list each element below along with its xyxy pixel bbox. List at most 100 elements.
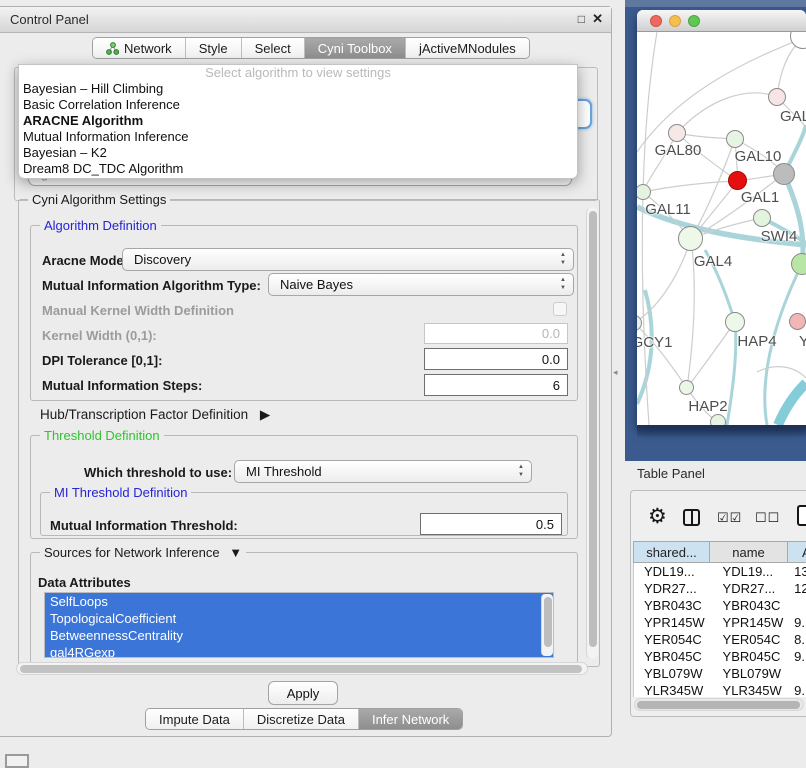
attribute-list-scrollbar[interactable]	[541, 594, 553, 656]
manual-kernel-checkbox[interactable]	[553, 302, 567, 316]
network-canvas[interactable]: GAL GAL80 GAL10 GAL1 GAL11 SWI4 GAL4 GCY…	[637, 32, 806, 425]
table-row[interactable]: YDR27...YDR27...12	[634, 580, 806, 597]
node-label: GAL80	[655, 142, 702, 159]
settings-vertical-scrollbar[interactable]	[586, 207, 598, 659]
settings-horizontal-scrollbar[interactable]	[16, 662, 588, 675]
network-node[interactable]	[710, 414, 726, 425]
select-all-checkboxes-icon[interactable]: ☑☑	[717, 510, 742, 526]
node-label: SWI4	[761, 228, 798, 245]
mi-type-combobox[interactable]: Naive Bayes ▲▼	[268, 273, 574, 296]
network-tab-icon	[106, 42, 119, 55]
network-node[interactable]	[668, 124, 686, 142]
tab-cyni-toolbox[interactable]: Cyni Toolbox	[305, 38, 406, 58]
columns-icon[interactable]	[683, 509, 700, 526]
apply-button[interactable]: Apply	[268, 681, 338, 705]
mi-threshold-definition-title: MI Threshold Definition	[50, 485, 191, 500]
algorithm-option[interactable]: Mutual Information Inference	[19, 129, 577, 145]
combo-arrows-icon: ▲▼	[518, 463, 524, 479]
table-row[interactable]: YDL19...YDL19...13	[634, 563, 806, 580]
attribute-item-selected[interactable]: TopologicalCoefficient	[45, 610, 553, 627]
expander-right-icon[interactable]: ▶	[260, 407, 270, 422]
table-row[interactable]: YER054CYER054C8.	[634, 631, 806, 648]
algorithm-option[interactable]: Bayesian – Hill Climbing	[19, 81, 577, 97]
tab-network[interactable]: Network	[93, 38, 186, 58]
network-node[interactable]	[768, 88, 786, 106]
collapse-down-icon[interactable]: ▼	[229, 545, 242, 560]
column-header-name[interactable]: name	[710, 541, 788, 563]
deselect-all-checkboxes-icon[interactable]: ☐☐	[755, 510, 780, 526]
tab-network-label: Network	[124, 41, 172, 56]
network-window-titlebar	[637, 10, 806, 32]
mi-steps-field[interactable]: 6	[424, 374, 568, 396]
data-attributes-list[interactable]: SelfLoops TopologicalCoefficient Between…	[44, 592, 554, 658]
network-node[interactable]	[726, 130, 744, 148]
network-node[interactable]	[791, 253, 806, 275]
table-row[interactable]: YPR145WYPR145W9.	[634, 614, 806, 631]
node-label: GAL10	[735, 148, 782, 165]
node-label: GAL1	[741, 189, 779, 206]
close-traffic-light[interactable]	[650, 15, 662, 27]
table-row[interactable]: YBL079WYBL079W	[634, 665, 806, 682]
which-threshold-label: Which threshold to use:	[84, 465, 232, 480]
network-node-gray[interactable]	[773, 163, 795, 185]
floating-grip-button[interactable]	[5, 754, 29, 768]
network-node-pink[interactable]	[789, 313, 806, 330]
dpi-tolerance-field[interactable]: 0.0	[424, 348, 568, 370]
kernel-width-field[interactable]: 0.0	[424, 323, 568, 344]
tab-style[interactable]: Style	[186, 38, 242, 58]
node-label: GCY1	[637, 334, 672, 351]
control-panel-tabbar: Network Style Select Cyni Toolbox jActiv…	[92, 37, 530, 59]
table-horizontal-scrollbar[interactable]	[634, 698, 804, 711]
column-header-clipped[interactable]: A	[788, 541, 806, 563]
algorithm-option[interactable]: Bayesian – K2	[19, 145, 577, 161]
node-label: Y	[799, 333, 806, 350]
table-body[interactable]: YDL19...YDL19...13 YDR27...YDR27...12 YB…	[633, 563, 806, 697]
tab-jactivemnodules[interactable]: jActiveMNodules	[406, 38, 529, 58]
sources-title: Sources for Network Inference ▼	[40, 545, 246, 560]
table-panel-window: ⚙ ☑☑ ☐☐ shared... name A YDL19...YDL19..…	[630, 490, 806, 717]
mi-type-label: Mutual Information Algorithm Type:	[42, 278, 261, 293]
close-panel-icon[interactable]: ✕	[592, 11, 603, 27]
control-panel-titlebar: Control Panel	[0, 7, 611, 33]
zoom-traffic-light[interactable]	[688, 15, 700, 27]
node-label: GAL4	[694, 253, 732, 270]
node-label: HAP2	[688, 398, 727, 415]
column-header-shared-name[interactable]: shared...	[633, 541, 710, 563]
network-node[interactable]	[753, 209, 771, 227]
tab-discretize-data[interactable]: Discretize Data	[244, 709, 359, 729]
gear-icon[interactable]: ⚙	[648, 504, 667, 529]
tab-select[interactable]: Select	[242, 38, 305, 58]
algorithm-dropdown-popup: Select algorithm to view settings Bayesi…	[18, 64, 578, 179]
algorithm-option[interactable]: Basic Correlation Inference	[19, 97, 577, 113]
network-node[interactable]	[725, 312, 745, 332]
table-row[interactable]: YLR345WYLR345W9.	[634, 682, 806, 697]
panel-splitter-handle[interactable]: ◂	[613, 367, 618, 378]
algorithm-option-selected[interactable]: ARACNE Algorithm	[19, 113, 577, 129]
aracne-mode-combobox[interactable]: Discovery ▲▼	[122, 248, 574, 271]
hub-definition-expander[interactable]: Hub/Transcription Factor Definition ▶	[40, 407, 270, 423]
network-node[interactable]	[678, 226, 703, 251]
control-panel-window: Control Panel □ ✕ Network Style Select C…	[0, 6, 612, 737]
algorithm-option[interactable]: Dream8 DC_TDC Algorithm	[19, 161, 577, 177]
attribute-item-selected[interactable]: BetweennessCentrality	[45, 627, 553, 644]
which-threshold-combobox[interactable]: MI Threshold ▲▼	[234, 460, 532, 483]
algorithm-dropdown-placeholder: Select algorithm to view settings	[19, 65, 577, 81]
attribute-item-selected[interactable]: SelfLoops	[45, 593, 553, 610]
data-attributes-label: Data Attributes	[38, 575, 131, 590]
network-node[interactable]	[679, 380, 694, 395]
tab-infer-network[interactable]: Infer Network	[359, 709, 462, 729]
file-icon[interactable]	[797, 505, 806, 526]
mi-threshold-label: Mutual Information Threshold:	[50, 518, 238, 533]
table-panel-title: Table Panel	[637, 466, 705, 481]
cyni-settings-title: Cyni Algorithm Settings	[28, 192, 170, 207]
mi-threshold-field[interactable]: 0.5	[420, 513, 562, 535]
minimize-traffic-light[interactable]	[669, 15, 681, 27]
cyni-bottom-tabbar: Impute Data Discretize Data Infer Networ…	[145, 708, 463, 730]
network-node-red[interactable]	[728, 171, 747, 190]
network-view-frame: GAL GAL80 GAL10 GAL1 GAL11 SWI4 GAL4 GCY…	[625, 0, 806, 461]
table-row[interactable]: YBR043CYBR043C	[634, 597, 806, 614]
table-row[interactable]: YBR045CYBR045C9.	[634, 648, 806, 665]
attribute-item-selected[interactable]: gal4RGexp	[45, 644, 553, 658]
float-window-icon[interactable]: □	[578, 12, 585, 26]
tab-impute-data[interactable]: Impute Data	[146, 709, 244, 729]
